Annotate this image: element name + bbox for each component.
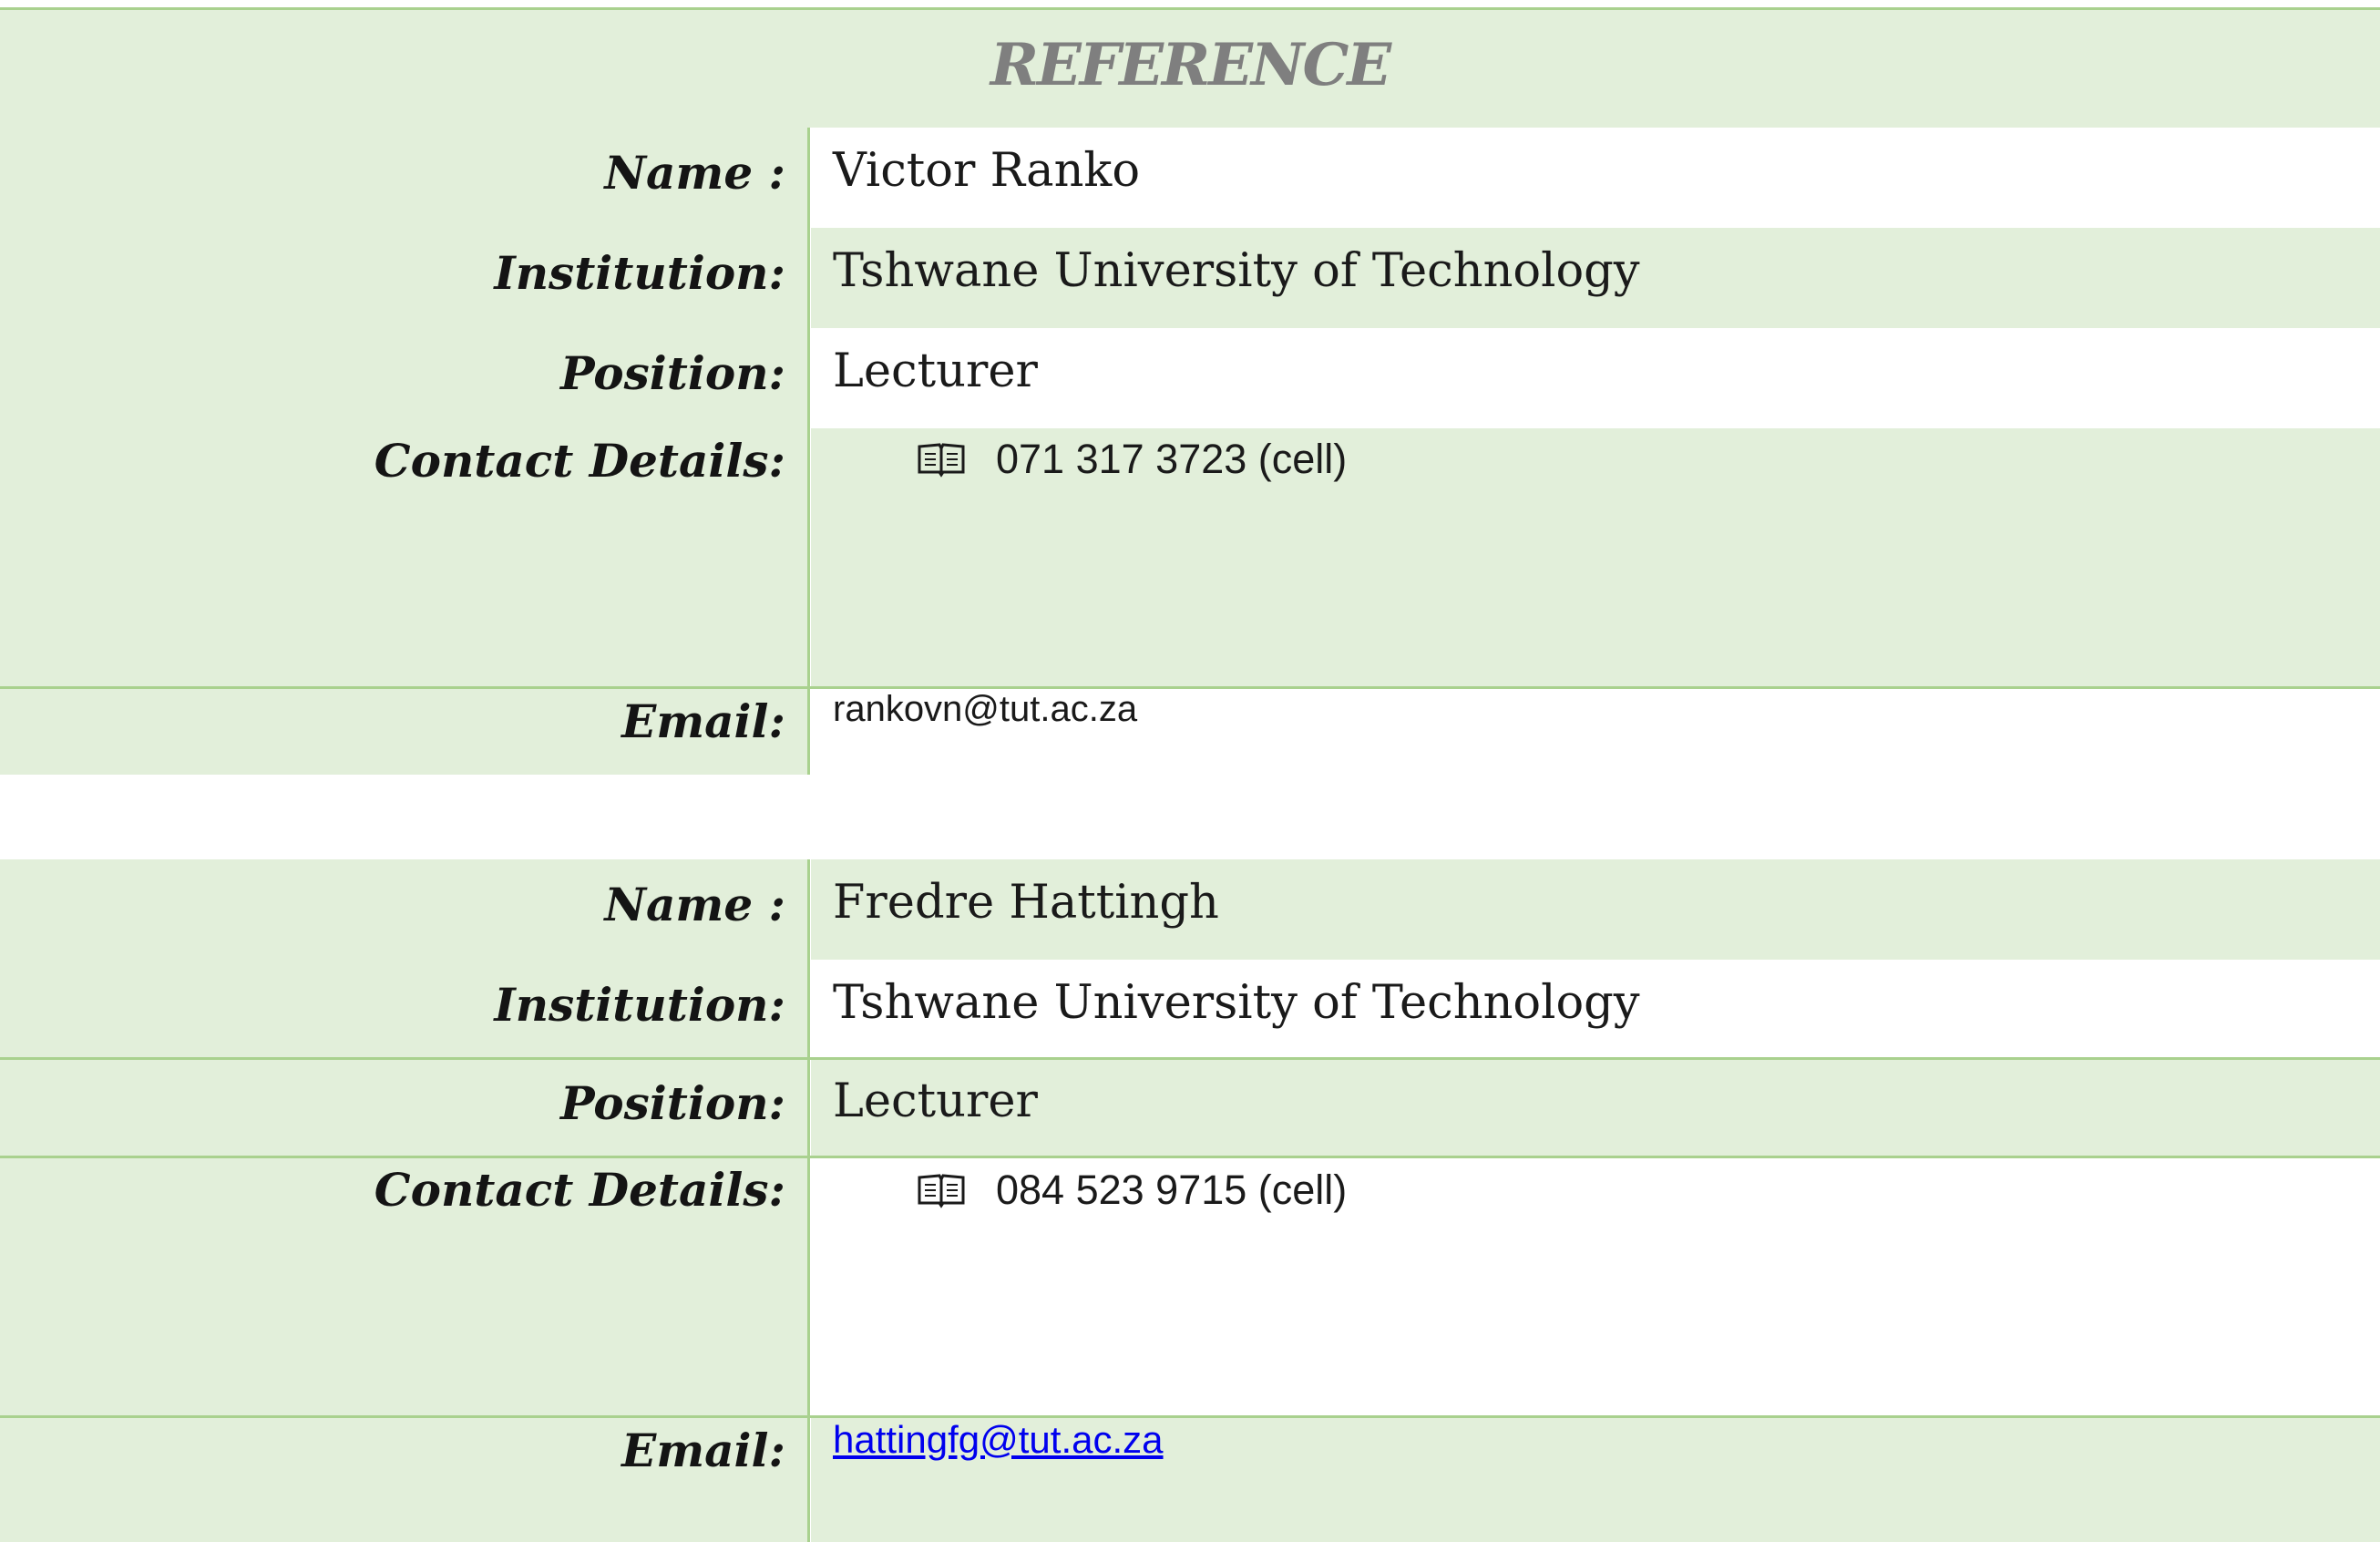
phone-book-icon	[918, 1174, 965, 1208]
position-cell-1	[811, 328, 2380, 428]
email-value: rankovn@tut.ac.za	[833, 689, 1138, 729]
column-divider	[807, 859, 810, 1542]
position-label: Position:	[560, 1076, 785, 1130]
phone-number: 084 523 9715 (cell)	[996, 1167, 1348, 1213]
institution-label: Institution:	[494, 978, 785, 1032]
position-label: Position:	[560, 346, 785, 400]
position-cell-2	[811, 1060, 2380, 1156]
reference-document: REFERENCE Name : Victor Ranko Institutio…	[0, 0, 2380, 1542]
column-divider	[807, 128, 810, 775]
contact-details-value: 084 523 9715 (cell)	[916, 1167, 1347, 1214]
contact-details-label: Contact Details:	[374, 1163, 785, 1217]
position-value: Lecturer	[833, 1074, 1038, 1128]
contact-details-value: 071 317 3723 (cell)	[916, 436, 1347, 483]
name-value: Fredre Hattingh	[833, 876, 1219, 930]
contact-details-label: Contact Details:	[374, 434, 785, 488]
name-label: Name :	[604, 878, 785, 931]
name-label: Name :	[604, 146, 785, 200]
institution-value: Tshwane University of Technology	[833, 976, 1640, 1030]
phone-book-icon	[918, 443, 965, 478]
institution-label: Institution:	[494, 246, 785, 300]
email-link[interactable]: hattingfg@tut.ac.za	[833, 1418, 1164, 1462]
phone-number: 071 317 3723 (cell)	[996, 436, 1348, 482]
institution-value: Tshwane University of Technology	[833, 244, 1640, 298]
name-value: Victor Ranko	[833, 144, 1141, 198]
page-title: REFERENCE	[990, 31, 1391, 99]
position-value: Lecturer	[833, 344, 1038, 398]
email-label: Email:	[621, 1424, 785, 1477]
email-label: Email:	[621, 694, 785, 748]
